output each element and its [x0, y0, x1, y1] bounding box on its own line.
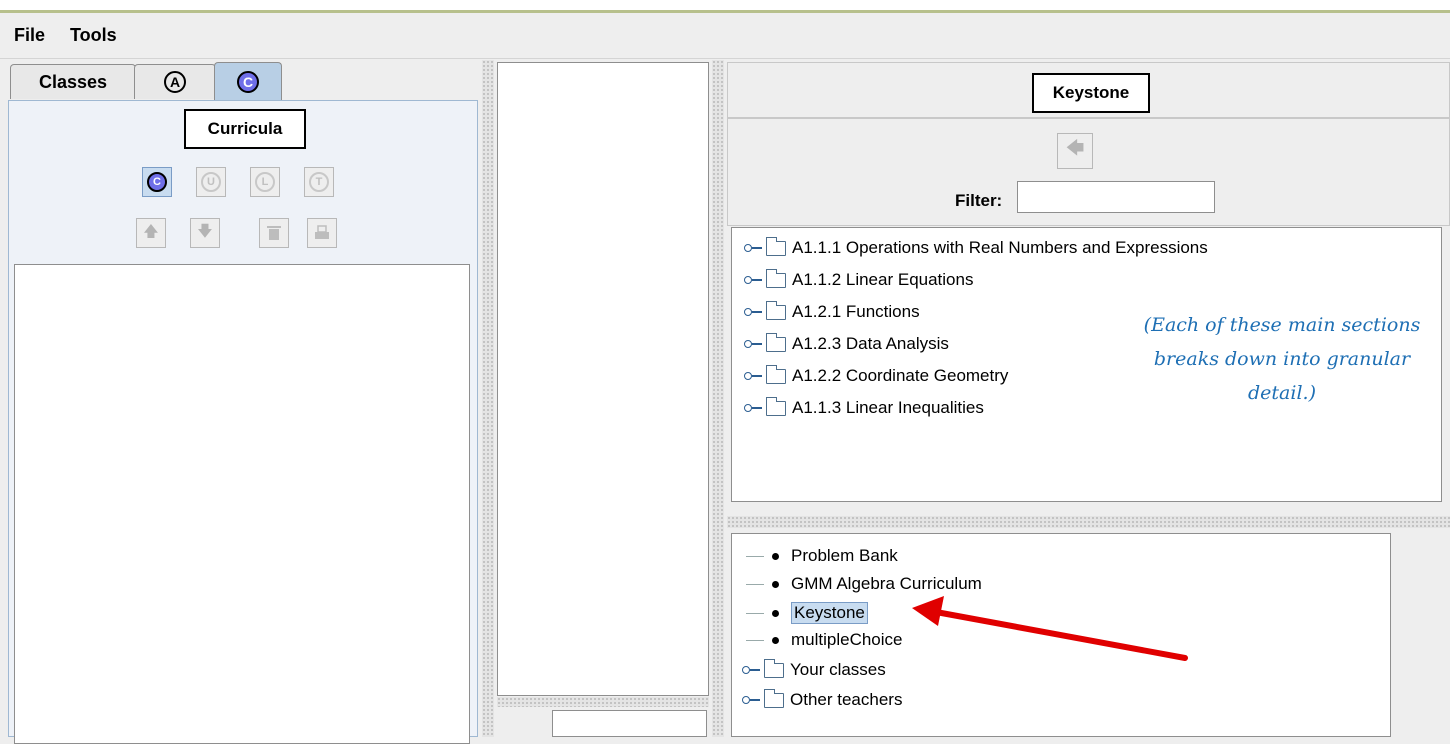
- printer-icon: [315, 225, 329, 239]
- bullet-icon: [772, 552, 779, 560]
- bullet-icon: [772, 636, 779, 644]
- move-down-button[interactable]: 🡇: [190, 218, 220, 248]
- tree-item-label: A1.1.1 Operations with Real Numbers and …: [792, 238, 1208, 257]
- filter-label: Filter:: [955, 191, 1003, 210]
- curricula-panel: Curricula C U L T 🡅 🡇: [8, 100, 478, 744]
- tree-item-label: A1.1.3 Linear Inequalities: [792, 398, 984, 417]
- back-button[interactable]: 🡄: [1057, 133, 1093, 169]
- arrow-up-icon: 🡅: [143, 222, 159, 240]
- list-item-label: Keystone: [791, 602, 868, 624]
- folder-icon: [765, 268, 786, 288]
- left-splitter[interactable]: [482, 60, 494, 737]
- curriculum-header: Keystone: [727, 62, 1450, 118]
- a-circle-icon: A: [164, 71, 186, 93]
- folder-icon: [765, 300, 786, 320]
- middle-splitter[interactable]: [497, 697, 709, 707]
- folder-icon: [765, 236, 786, 256]
- tree-connector: [746, 583, 764, 585]
- bullet-icon: [772, 580, 779, 588]
- list-item-folder[interactable]: Other teachers: [742, 688, 903, 710]
- curriculum-mode-button[interactable]: C: [142, 167, 172, 197]
- list-item-label: Problem Bank: [791, 546, 898, 565]
- lesson-mode-button[interactable]: L: [250, 167, 280, 197]
- tree-connector: [746, 612, 764, 614]
- tree-item-label: A1.2.2 Coordinate Geometry: [792, 366, 1009, 385]
- tree-item[interactable]: A1.1.2 Linear Equations: [744, 268, 974, 290]
- menu-file[interactable]: File: [14, 25, 45, 46]
- tree-item[interactable]: A1.1.3 Linear Inequalities: [744, 396, 984, 418]
- expand-toggle-icon[interactable]: [744, 307, 762, 317]
- expand-toggle-icon[interactable]: [744, 403, 762, 413]
- list-item-selected[interactable]: Keystone: [746, 602, 868, 624]
- right-horizontal-splitter[interactable]: [727, 516, 1450, 528]
- c-circle-icon: C: [147, 172, 167, 192]
- expand-toggle-icon[interactable]: [742, 695, 760, 705]
- list-item-label: multipleChoice: [791, 630, 903, 649]
- u-circle-icon: U: [201, 172, 221, 192]
- t-circle-icon: T: [309, 172, 329, 192]
- expand-toggle-icon[interactable]: [744, 339, 762, 349]
- annotation-note: (Each of these main sections breaks down…: [1143, 314, 1421, 404]
- tab-assignments[interactable]: A: [134, 64, 216, 99]
- filter-input[interactable]: [1017, 181, 1215, 213]
- tab-classes[interactable]: Classes: [10, 64, 136, 99]
- tree-connector: [746, 639, 764, 641]
- arrow-left-icon: 🡄: [1065, 138, 1085, 158]
- tree-item[interactable]: A1.2.2 Coordinate Geometry: [744, 364, 1009, 386]
- curriculum-title: Keystone: [1032, 73, 1150, 113]
- list-item[interactable]: multipleChoice: [746, 630, 903, 650]
- vertical-scrollbar-area[interactable]: [1392, 533, 1450, 737]
- window-top-border: [0, 0, 1450, 13]
- expand-toggle-icon[interactable]: [744, 275, 762, 285]
- folder-icon: [765, 396, 786, 416]
- print-button[interactable]: [307, 218, 337, 248]
- move-up-button[interactable]: 🡅: [136, 218, 166, 248]
- tree-item-label: A1.2.3 Data Analysis: [792, 334, 949, 353]
- trash-icon: [267, 226, 281, 240]
- tab-classes-label: Classes: [38, 71, 108, 92]
- standards-tree[interactable]: A1.1.1 Operations with Real Numbers and …: [731, 227, 1442, 502]
- tab-strip: Classes A C: [8, 62, 478, 102]
- middle-bottom-box[interactable]: [552, 710, 707, 737]
- tab-curricula[interactable]: C: [214, 62, 282, 101]
- expand-toggle-icon[interactable]: [744, 243, 762, 253]
- tree-item-label: A1.2.1 Functions: [792, 302, 920, 321]
- tree-item[interactable]: A1.2.1 Functions: [744, 300, 920, 322]
- c-circle-icon: C: [237, 71, 259, 93]
- l-circle-icon: L: [255, 172, 275, 192]
- list-item-label: Your classes: [790, 660, 886, 679]
- tree-connector: [746, 555, 764, 557]
- menu-bar: File Tools: [0, 13, 1450, 59]
- expand-toggle-icon[interactable]: [742, 665, 760, 675]
- tree-item[interactable]: A1.1.1 Operations with Real Numbers and …: [744, 236, 1208, 258]
- topic-mode-button[interactable]: T: [304, 167, 334, 197]
- expand-toggle-icon[interactable]: [744, 371, 762, 381]
- tree-item-label: A1.1.2 Linear Equations: [792, 270, 974, 289]
- tree-item[interactable]: A1.2.3 Data Analysis: [744, 332, 949, 354]
- right-splitter[interactable]: [712, 60, 724, 737]
- unit-mode-button[interactable]: U: [196, 167, 226, 197]
- list-item-label: Other teachers: [790, 690, 903, 709]
- curricula-title: Curricula: [184, 109, 306, 149]
- folder-icon: [765, 364, 786, 384]
- delete-button[interactable]: [259, 218, 289, 248]
- red-arrow-icon: [912, 596, 1188, 661]
- list-item[interactable]: Problem Bank: [746, 546, 898, 566]
- middle-list-box[interactable]: [497, 62, 709, 696]
- folder-icon: [763, 688, 784, 708]
- folder-icon: [763, 658, 784, 678]
- bullet-icon: [772, 609, 779, 617]
- curricula-list-box[interactable]: [14, 264, 470, 744]
- folder-icon: [765, 332, 786, 352]
- filter-area: 🡄 Filter:: [727, 118, 1450, 226]
- list-item-folder[interactable]: Your classes: [742, 658, 886, 680]
- menu-tools[interactable]: Tools: [70, 25, 117, 46]
- arrow-down-icon: 🡇: [197, 222, 213, 240]
